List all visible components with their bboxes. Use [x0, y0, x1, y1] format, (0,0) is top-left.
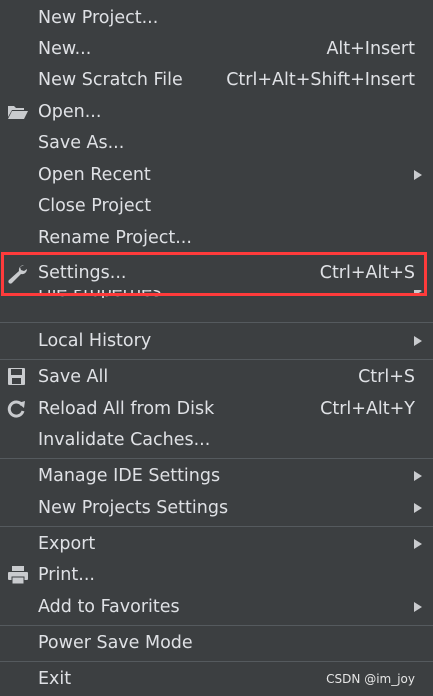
menu-item-local-history[interactable]: Local History [0, 326, 433, 356]
menu-item-save-all[interactable]: Save All Ctrl+S [0, 362, 433, 392]
menu-item-new[interactable]: New... Alt+Insert [0, 34, 433, 64]
separator [0, 625, 433, 626]
menu-item-label: New... [38, 39, 92, 59]
menu-item-label: Local History [38, 331, 152, 351]
submenu-arrow-icon [414, 336, 422, 346]
submenu-arrow-icon [414, 290, 422, 296]
menu-item-save-as[interactable]: Save As... [0, 128, 433, 158]
folder-open-icon [7, 103, 28, 121]
menu-item-manage-ide-settings[interactable]: Manage IDE Settings [0, 461, 433, 491]
separator [0, 322, 433, 323]
menu-item-shortcut: Ctrl+Alt+Shift+Insert [226, 70, 415, 90]
separator [0, 359, 433, 360]
watermark: CSDN @im_joy [326, 672, 415, 686]
menu-item-label: Reload All from Disk [38, 399, 215, 419]
menu-item-label: Settings... [38, 263, 127, 283]
menu-item-new-projects-settings[interactable]: New Projects Settings [0, 493, 433, 523]
menu-item-add-to-favorites[interactable]: Add to Favorites [0, 592, 433, 622]
menu-item-label: New Projects Settings [38, 498, 229, 518]
menu-item-label: New Project... [38, 8, 159, 28]
submenu-arrow-icon [414, 170, 422, 180]
submenu-arrow-icon [414, 602, 422, 612]
menu-item-new-scratch-file[interactable]: New Scratch File Ctrl+Alt+Shift+Insert [0, 65, 433, 95]
menu-item-settings[interactable]: Settings... Ctrl+Alt+S [0, 258, 433, 288]
menu-item-print[interactable]: Print... [0, 560, 433, 590]
refresh-icon [7, 400, 27, 418]
floppy-disk-icon [7, 368, 27, 386]
file-menu: New Project... New... Alt+Insert New Scr… [0, 0, 433, 696]
menu-item-label: Exit [38, 669, 72, 689]
menu-item-export[interactable]: Export [0, 529, 433, 559]
menu-item-label: Invalidate Caches... [38, 430, 211, 450]
menu-item-label: Manage IDE Settings [38, 466, 221, 486]
menu-item-label: Close Project [38, 196, 152, 216]
menu-item-label: Add to Favorites [38, 597, 180, 617]
submenu-arrow-icon [414, 503, 422, 513]
menu-item-shortcut: Ctrl+Alt+S [319, 263, 415, 283]
menu-item-label: Print... [38, 565, 95, 585]
menu-item-open-recent[interactable]: Open Recent [0, 160, 433, 190]
menu-item-open[interactable]: Open... [0, 97, 433, 127]
submenu-arrow-icon [414, 539, 422, 549]
separator [0, 661, 433, 662]
submenu-arrow-icon [414, 471, 422, 481]
separator [0, 458, 433, 459]
menu-item-label: Export [38, 534, 96, 554]
menu-item-label: File Properties [38, 290, 161, 298]
menu-item-file-properties[interactable]: File Properties [0, 290, 433, 298]
menu-item-label: Rename Project... [38, 228, 192, 248]
menu-item-shortcut: Alt+Insert [326, 39, 415, 59]
menu-item-shortcut: Ctrl+Alt+Y [320, 399, 415, 419]
menu-item-shortcut: Ctrl+S [358, 367, 415, 387]
menu-item-label: New Scratch File [38, 70, 183, 90]
menu-item-label: Open... [38, 102, 102, 122]
menu-item-power-save-mode[interactable]: Power Save Mode [0, 628, 433, 658]
menu-item-invalidate-caches[interactable]: Invalidate Caches... [0, 425, 433, 455]
menu-item-label: Power Save Mode [38, 633, 193, 653]
menu-item-new-project[interactable]: New Project... [0, 3, 433, 33]
printer-icon [7, 566, 28, 584]
menu-item-rename-project[interactable]: Rename Project... [0, 223, 433, 253]
separator [0, 526, 433, 527]
menu-item-close-project[interactable]: Close Project [0, 191, 433, 221]
menu-item-label: Save As... [38, 133, 125, 153]
menu-item-label: Save All [38, 367, 109, 387]
wrench-icon [7, 264, 28, 284]
menu-item-reload-all[interactable]: Reload All from Disk Ctrl+Alt+Y [0, 394, 433, 424]
menu-item-label: Open Recent [38, 165, 151, 185]
